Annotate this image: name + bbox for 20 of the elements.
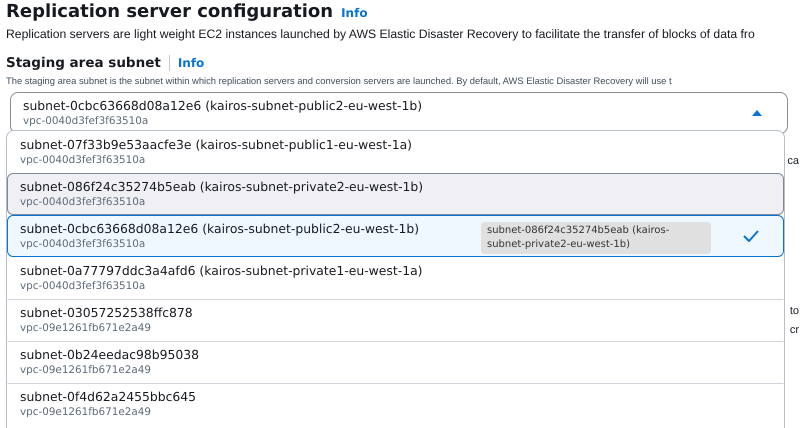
info-link[interactable]: Info	[341, 6, 368, 20]
section-title: Replication server configuration	[6, 0, 334, 24]
check-icon	[743, 230, 759, 242]
select-value: subnet-0cbc63668d08a12e6 (kairos-subnet-public2-eu-west-1b)	[23, 97, 422, 114]
field-hint: The staging area subnet is the subnet within which replication servers and conversion servers are launched. By default, AWS Elastic Disaster Recovery will use t	[6, 74, 672, 88]
section-description: Replication servers are light weight EC2 instances launched by AWS Elastic Disaster Recovery to facilitate the transfer of blocks of data fro	[6, 26, 755, 43]
subnet-option[interactable]: subnet-0a77797ddc3a4afd6 (kairos-subnet-private1-eu-west-1a) vpc-0040d3fef3f63510a	[7, 257, 784, 299]
select-value-detail: vpc-0040d3fef3f63510a	[23, 114, 150, 129]
background-text: to	[790, 305, 799, 318]
subnet-option[interactable]: subnet-0f4d62a2455bbc645 vpc-09e1261fb671e2a49	[7, 383, 784, 425]
field-label: Staging area subnet	[6, 55, 161, 71]
subnet-option[interactable]: subnet-07f33b9e53aacfe3e (kairos-subnet-public1-eu-west-1a) vpc-0040d3fef3f63510a	[7, 131, 784, 173]
subnet-option[interactable]: subnet-03057252538ffc878 vpc-09e1261fb671e2a49	[7, 299, 784, 341]
background-text: cr	[790, 324, 799, 337]
info-link[interactable]: Info	[178, 56, 204, 70]
tooltip: subnet-086f24c35274b5eab (kairos-subnet-private2-eu-west-1b)	[481, 222, 711, 254]
caret-icon	[751, 109, 763, 117]
subnet-option[interactable]: subnet-086f24c35274b5eab (kairos-subnet-private2-eu-west-1b) vpc-0040d3fef3f63510a	[7, 173, 784, 215]
background-text: ca	[787, 155, 799, 168]
subnet-option[interactable]: subnet-0b24eedac98b95038 vpc-09e1261fb671e2a49	[7, 341, 784, 383]
